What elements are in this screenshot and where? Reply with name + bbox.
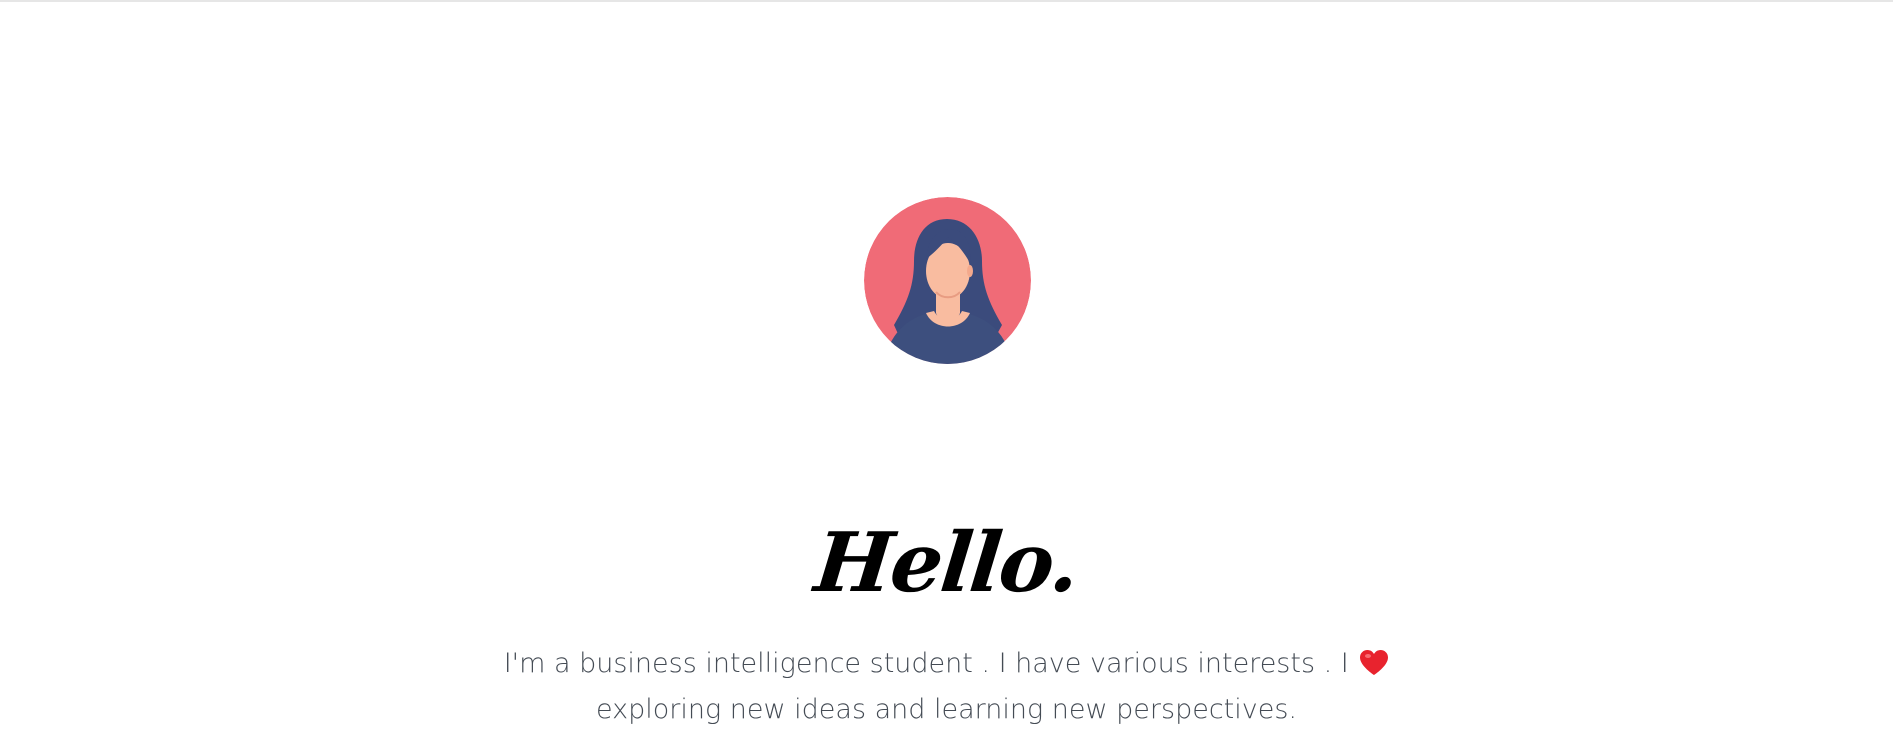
avatar bbox=[864, 197, 1031, 364]
bio-text-part1: I'm a business intelligence student . I … bbox=[503, 648, 1358, 679]
bio-text: I'm a business intelligence student . I … bbox=[500, 641, 1393, 733]
heart-icon bbox=[1360, 650, 1389, 675]
bio-text-part2: exploring new ideas and learning new per… bbox=[595, 694, 1297, 725]
hero-section: Hello. I'm a business intelligence stude… bbox=[0, 0, 1893, 730]
page-title: Hello. bbox=[810, 514, 1083, 611]
avatar-illustration bbox=[864, 197, 1031, 364]
